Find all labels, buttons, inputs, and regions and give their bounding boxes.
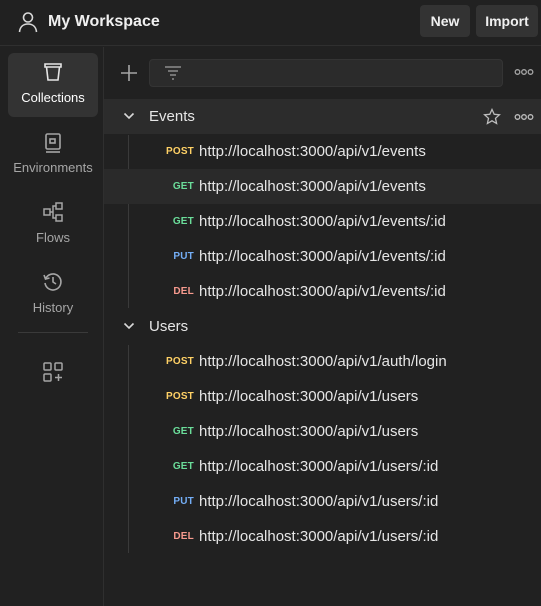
request-url: http://localhost:3000/api/v1/events/:id [199,283,446,300]
more-options-icon[interactable] [514,67,534,77]
filter-input[interactable] [149,59,503,87]
method-badge: PUT [173,251,194,262]
sidebar-divider [18,332,88,333]
workspace-header: My Workspace New Import [0,0,541,46]
request-row[interactable]: DEL http://localhost:3000/api/v1/events/… [104,274,541,309]
sidebar-item-collections[interactable]: Collections [8,53,98,117]
request-row[interactable]: PUT http://localhost:3000/api/v1/users/:… [104,484,541,519]
method-badge: PUT [173,496,194,507]
method-badge: POST [165,146,194,157]
request-row[interactable]: POST http://localhost:3000/api/v1/auth/l… [104,344,541,379]
request-row[interactable]: POST http://localhost:3000/api/v1/users [104,379,541,414]
request-url: http://localhost:3000/api/v1/events/:id [199,213,446,230]
request-url: http://localhost:3000/api/v1/users/:id [199,528,439,545]
import-button[interactable]: Import [476,5,538,37]
method-badge: GET [172,216,194,227]
request-row[interactable]: GET http://localhost:3000/api/v1/events [104,169,541,204]
folder-more-options-icon[interactable] [514,112,534,122]
filter-icon [165,66,181,80]
sidebar-item-label: Flows [36,230,70,245]
method-badge: GET [172,461,194,472]
method-badge: DEL [173,531,194,542]
request-row[interactable]: PUT http://localhost:3000/api/v1/events/… [104,239,541,274]
request-url: http://localhost:3000/api/v1/auth/login [199,353,447,370]
request-row[interactable]: GET http://localhost:3000/api/v1/events/… [104,204,541,239]
request-url: http://localhost:3000/api/v1/events [199,143,426,160]
collections-panel: Events POST http://localhost:3000/api/v1… [104,47,541,606]
sidebar-item-label: Environments [13,160,93,175]
method-badge: POST [165,391,194,402]
configure-sidebar-icon[interactable] [42,361,64,383]
folder-name: Events [149,108,195,125]
request-row[interactable]: DEL http://localhost:3000/api/v1/users/:… [104,519,541,554]
sidebar-item-flows[interactable]: Flows [8,193,98,257]
environments-icon [45,133,61,153]
request-url: http://localhost:3000/api/v1/users [199,388,419,405]
sidebar-item-label: History [32,300,74,315]
sidebar-item-environments[interactable]: Environments [8,123,98,187]
chevron-down-icon[interactable] [123,321,135,331]
method-badge: DEL [173,286,194,297]
method-badge: GET [172,426,194,437]
sidebar-item-history[interactable]: History [8,263,98,327]
request-url: http://localhost:3000/api/v1/users/:id [199,493,439,510]
method-badge: POST [165,356,194,367]
sidebar: Collections Environments Flows History [0,47,104,606]
request-row[interactable]: POST http://localhost:3000/api/v1/events [104,134,541,169]
folder-row-users[interactable]: Users [104,309,541,344]
request-url: http://localhost:3000/api/v1/users/:id [199,458,439,475]
method-badge: GET [172,181,194,192]
sidebar-item-label: Collections [21,90,85,105]
folder-name: Users [149,318,189,335]
request-row[interactable]: GET http://localhost:3000/api/v1/users [104,414,541,449]
plus-icon[interactable] [119,63,139,83]
request-url: http://localhost:3000/api/v1/users [199,423,419,440]
request-url: http://localhost:3000/api/v1/events [199,178,426,195]
folder-row-events[interactable]: Events [104,99,541,134]
workspace-title[interactable]: My Workspace [48,13,160,31]
history-icon [43,273,62,291]
request-url: http://localhost:3000/api/v1/events/:id [199,248,446,265]
collections-icon [44,63,62,81]
new-button[interactable]: New [420,5,470,37]
flows-icon [43,202,63,222]
star-icon[interactable] [483,108,501,126]
user-icon[interactable] [18,11,38,33]
request-row[interactable]: GET http://localhost:3000/api/v1/users/:… [104,449,541,484]
chevron-down-icon[interactable] [123,111,135,121]
